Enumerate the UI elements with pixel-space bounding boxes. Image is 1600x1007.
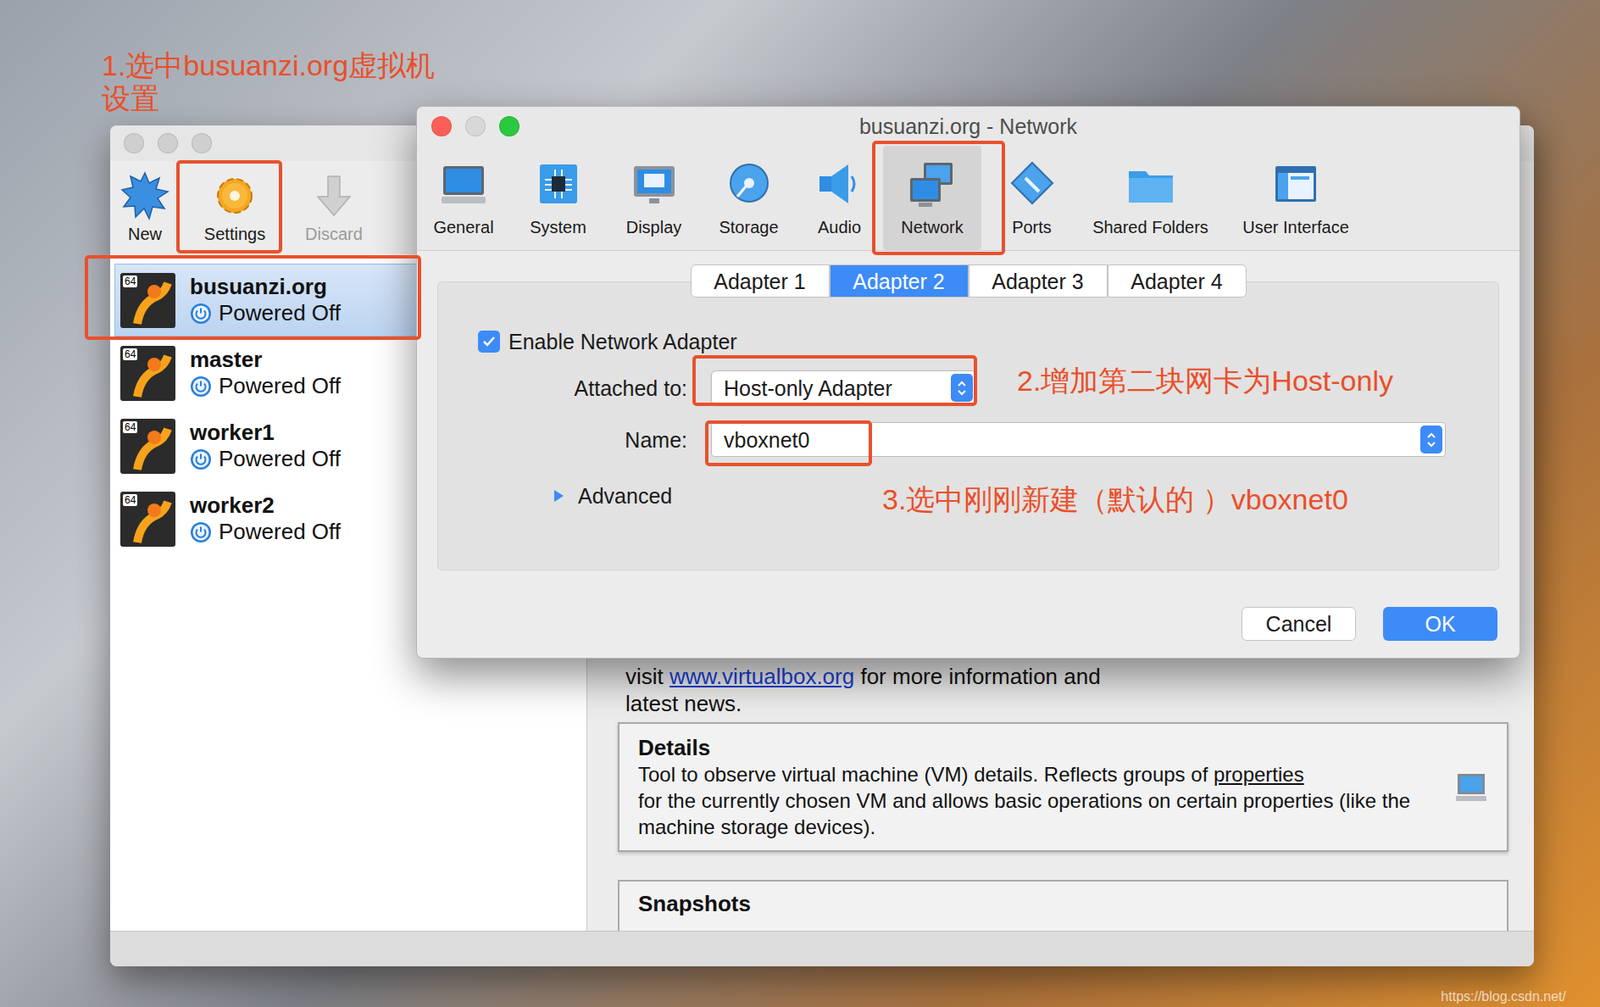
step2-annotation: 2.增加第二块网卡为Host-only <box>1016 363 1394 398</box>
display-icon <box>628 159 680 211</box>
vm-badge: 64 <box>122 275 138 288</box>
vm-badge: 64 <box>122 494 138 506</box>
disclosure-triangle-icon <box>550 488 567 504</box>
manager-bottom-bar <box>110 930 1534 967</box>
adapter-tab[interactable]: Adapter 3 <box>968 264 1108 298</box>
settings-highlight <box>176 160 283 254</box>
category-tab[interactable]: Storage <box>701 145 796 250</box>
dialog-title-bar: busuanzi.org - Network <box>416 106 1520 146</box>
adapter-panel: Enable Network Adapter Attached to: Host-o… <box>437 281 1500 571</box>
adapter-tabs: Adapter 1Adapter 2Adapter 3Adapter 4 <box>437 264 1500 298</box>
settings-button[interactable]: Settings <box>179 161 290 255</box>
new-icon <box>120 171 170 221</box>
details-title: Details <box>638 733 1441 762</box>
dialog-title: busuanzi.org - Network <box>859 113 1078 139</box>
details-text: Tool to observe virtual machine (VM) det… <box>638 761 1441 840</box>
vm-state: Powered Off <box>189 445 341 473</box>
vm-name: master <box>189 346 341 373</box>
dialog-content: Adapter 1Adapter 2Adapter 3Adapter 4Enab… <box>416 250 1520 658</box>
vm-name: worker2 <box>189 492 341 519</box>
virtualbox-link[interactable]: www.virtualbox.org <box>669 663 855 689</box>
minimize-button[interactable] <box>157 133 178 154</box>
step3-annotation: 3.选中刚刚新建（默认的 ）vboxnet0 <box>882 482 1349 517</box>
details-monitor-icon <box>1454 770 1489 805</box>
vm-row-highlight <box>84 255 422 340</box>
storage-icon <box>723 159 775 211</box>
vm-state: Powered Off <box>189 518 341 545</box>
vm-name: worker1 <box>189 419 341 446</box>
vm-os-icon: 64 <box>120 345 176 401</box>
vm-state: Powered Off <box>189 300 341 327</box>
discard-arrow-icon <box>309 171 359 221</box>
close-button[interactable] <box>431 116 452 137</box>
category-tab[interactable]: Network <box>883 145 982 250</box>
popup-chevron-icon <box>950 373 973 402</box>
gear-icon <box>210 171 260 221</box>
power-off-icon <box>189 448 212 471</box>
details-box: DetailsTool to observe virtual machine (… <box>617 722 1509 852</box>
ok-button[interactable]: OK <box>1383 606 1498 641</box>
name-row: Name: vboxnet0 <box>477 422 1459 457</box>
category-tab[interactable]: Ports <box>981 145 1083 250</box>
name-select[interactable]: vboxnet0 <box>711 422 1446 457</box>
snapshots-title: Snapshots <box>638 889 1489 917</box>
step1-annotation: 1.选中busuanzi.org虚拟机设置 <box>101 49 435 116</box>
category-tab[interactable]: Display <box>605 145 702 250</box>
cancel-button[interactable]: Cancel <box>1241 606 1356 641</box>
category-tab[interactable]: System <box>510 145 606 250</box>
vm-badge: 64 <box>122 348 138 361</box>
attached-label: Attached to: <box>477 375 688 401</box>
name-label: Name: <box>477 427 688 453</box>
close-button[interactable] <box>123 133 145 154</box>
category-tab[interactable]: Shared Folders <box>1082 145 1219 250</box>
audio-icon <box>814 159 866 211</box>
network-highlight <box>872 140 1006 256</box>
minimize-button[interactable] <box>465 116 486 137</box>
power-off-icon <box>189 375 212 398</box>
attached-select[interactable]: Host-only Adapter <box>711 370 977 406</box>
power-off-icon <box>189 302 212 325</box>
name-highlight <box>705 420 873 467</box>
vm-state: Powered Off <box>189 372 341 400</box>
snapshots-box: Snapshots <box>617 879 1509 931</box>
zoom-button[interactable] <box>191 133 212 154</box>
welcome-text: visit www.virtualbox.org for more inform… <box>617 662 1509 717</box>
enable-checkbox[interactable] <box>477 330 500 353</box>
category-toolbar: GeneralSystemDisplayStorageAudioNetworkP… <box>416 145 1520 251</box>
watermark: https://blog.csdn.net/ <box>1440 988 1567 1006</box>
discard-button: Discard <box>289 161 378 255</box>
enable-adapter-row[interactable]: Enable Network Adapter <box>477 328 1459 355</box>
power-off-icon <box>189 521 212 544</box>
zoom-button[interactable] <box>499 116 520 137</box>
vm-os-icon: 64 <box>120 272 176 328</box>
popup-chevron-icon <box>1420 425 1443 454</box>
desktop: NewSettingsDiscard64busuanzi.orgPowered … <box>0 0 1600 1007</box>
attached-highlight <box>692 355 978 406</box>
vm-badge: 64 <box>122 421 138 434</box>
dialog-buttons: Cancel OK <box>437 606 1500 641</box>
properties-link[interactable]: properties <box>1213 762 1305 786</box>
adapter-tab[interactable]: Adapter 2 <box>829 264 969 298</box>
vm-os-icon: 64 <box>120 418 176 474</box>
vm-os-icon: 64 <box>120 491 176 547</box>
category-tab[interactable]: General <box>416 145 511 250</box>
new-button[interactable]: New <box>110 161 180 255</box>
network-icon <box>906 159 958 211</box>
ui-icon <box>1270 159 1322 211</box>
category-tab[interactable]: Audio <box>795 145 884 250</box>
vm-name: busuanzi.org <box>189 273 341 300</box>
check-icon <box>481 333 497 350</box>
shared-icon <box>1125 159 1177 211</box>
adapter-tab[interactable]: Adapter 1 <box>690 264 830 298</box>
ports-icon <box>1006 159 1058 211</box>
system-icon <box>533 159 584 211</box>
general-icon <box>438 159 489 211</box>
category-tab[interactable]: User Interface <box>1218 145 1373 250</box>
adapter-tab[interactable]: Adapter 4 <box>1107 264 1247 298</box>
